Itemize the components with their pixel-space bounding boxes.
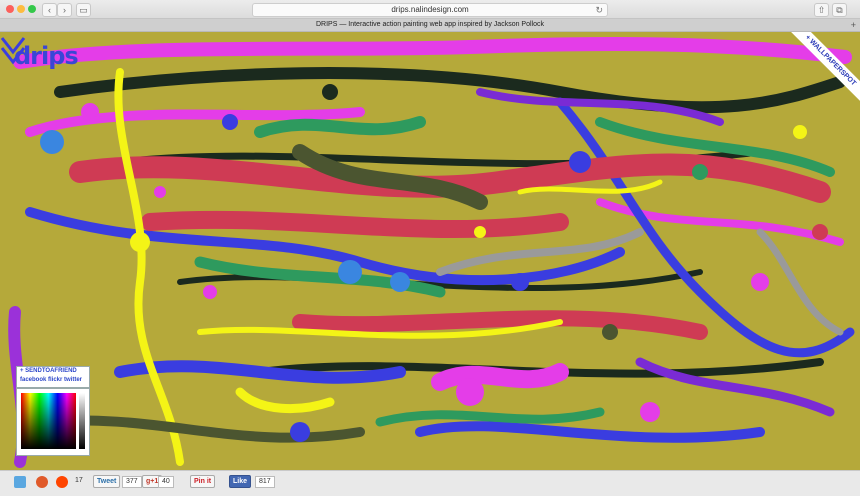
share-bar: 17 Tweet 377 g+1 40 Pin it Like 817 bbox=[0, 470, 860, 496]
send-to-friend-link[interactable]: + SENDTOAFRIEND bbox=[17, 367, 89, 376]
pinit-button[interactable]: Pin it bbox=[190, 475, 216, 488]
social-links[interactable]: facebook flickr twitter bbox=[17, 376, 89, 385]
color-picker[interactable] bbox=[16, 388, 90, 456]
reddit-count: 17 bbox=[75, 477, 83, 484]
nalin-logo-icon[interactable] bbox=[0, 32, 26, 66]
gplus-label: g+1 bbox=[146, 478, 159, 485]
new-tab-icon[interactable]: + bbox=[851, 19, 856, 31]
close-window-icon[interactable] bbox=[6, 5, 14, 13]
tabs-overview-button[interactable]: ⧉ bbox=[832, 3, 847, 17]
tab-title[interactable]: DRIPS — Interactive action painting web … bbox=[316, 21, 544, 28]
like-count: 817 bbox=[255, 476, 275, 488]
minimize-window-icon[interactable] bbox=[17, 5, 25, 13]
comment-icon[interactable] bbox=[14, 476, 26, 488]
back-button[interactable]: ‹ bbox=[42, 3, 57, 17]
tab-bar: DRIPS — Interactive action painting web … bbox=[0, 19, 860, 32]
brightness-slider[interactable] bbox=[79, 393, 85, 449]
pinit-label: Pin it bbox=[194, 478, 212, 485]
tweet-label: Tweet bbox=[97, 478, 117, 485]
color-spectrum[interactable] bbox=[21, 393, 76, 449]
share-icon[interactable] bbox=[36, 476, 48, 488]
browser-toolbar: ‹ › ▭ drips.nalindesign.com ↻ ⇧ ⧉ bbox=[0, 0, 860, 19]
sidebar-toggle-button[interactable]: ▭ bbox=[76, 3, 91, 17]
tweet-button[interactable]: Tweet bbox=[93, 475, 121, 488]
reddit-icon[interactable] bbox=[56, 476, 68, 488]
paint-drips bbox=[8, 37, 855, 468]
share-button[interactable]: ⇧ bbox=[814, 3, 829, 17]
facebook-like-button[interactable]: Like bbox=[229, 475, 252, 488]
url-text: drips.nalindesign.com bbox=[391, 5, 469, 14]
tweet-count: 377 bbox=[122, 476, 142, 488]
like-label: Like bbox=[233, 478, 248, 485]
zoom-window-icon[interactable] bbox=[28, 5, 36, 13]
painting-canvas[interactable]: drips + WALLPAPERSPOT + SENDTOAFRIEND fa… bbox=[0, 32, 860, 470]
gplus-count: 40 bbox=[158, 476, 174, 488]
address-bar[interactable]: drips.nalindesign.com ↻ bbox=[252, 3, 608, 17]
reload-icon[interactable]: ↻ bbox=[595, 4, 603, 16]
forward-button[interactable]: › bbox=[57, 3, 72, 17]
send-to-friend-panel: + SENDTOAFRIEND facebook flickr twitter bbox=[16, 366, 90, 388]
